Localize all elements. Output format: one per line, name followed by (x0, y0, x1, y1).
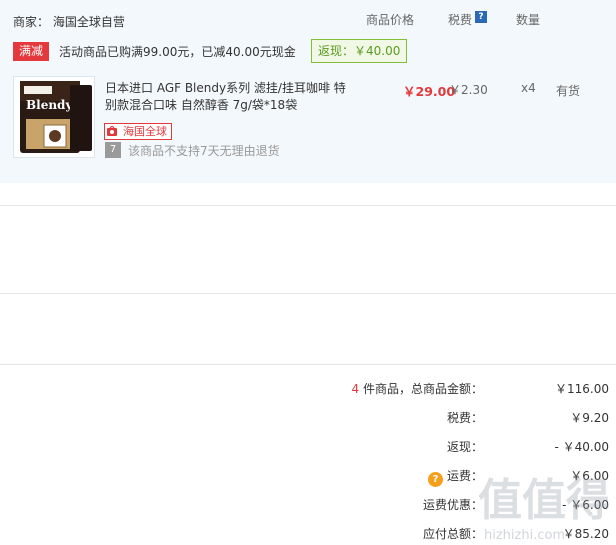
summary-payable-label: 应付总额： (422, 527, 483, 541)
product-thumbnail[interactable]: Blendy (13, 76, 95, 158)
summary-rebate-label: 返现： (446, 440, 483, 454)
summary-rebate-value: - ￥40.00 (554, 440, 610, 454)
summary-tax-value: ￥9.20 (570, 411, 609, 425)
summary-shipping-row: ? 运费： ￥6.00 (0, 467, 609, 487)
summary-shipping-value: ￥6.00 (570, 469, 609, 483)
item-count-suffix: 件商品，总商品金额： (359, 382, 483, 396)
divider (0, 205, 616, 206)
coffee-package-image: Blendy (14, 77, 94, 157)
column-header-price: 商品价格 (366, 13, 415, 27)
summary-tax-row: 税费： ￥9.20 (0, 409, 609, 429)
summary-payable-value: ￥85.20 (562, 527, 609, 541)
shipping-label-text: 运费： (446, 469, 483, 483)
summary-shipping-discount-row: 运费优惠： - ￥6.00 (0, 496, 609, 516)
summary-tax-label: 税费： (446, 411, 483, 425)
seller-label: 商家： 海国全球自营 (13, 15, 125, 29)
summary-payable-row: 应付总额： ￥85.20 (0, 525, 609, 545)
summary-goods-total-label: 4 件商品，总商品金额： (352, 380, 483, 397)
stock-status: 有货 (556, 84, 581, 98)
divider (0, 364, 616, 365)
product-title-link[interactable]: 日本进口 AGF Blendy系列 滤挂/挂耳咖啡 特别款混合口味 自然醇香 7… (105, 80, 355, 114)
summary-shipping-label: ? 运费： (427, 467, 483, 487)
summary-shipping-discount-value: - ￥6.00 (562, 498, 609, 512)
summary-goods-total-row: 4 件商品，总商品金额： ￥116.00 (0, 380, 609, 400)
return-policy-note: 该商品不支持7天无理由退货 (128, 144, 280, 158)
shipping-help-icon[interactable]: ? (427, 472, 443, 487)
summary-rebate-row: 返现： - ￥40.00 (0, 438, 609, 458)
item-price: ￥29.00 (403, 84, 456, 99)
package-brand-text: Blendy (26, 98, 73, 112)
column-header-quantity: 数量 (516, 13, 541, 27)
no-return-icon: 7 (105, 142, 121, 158)
promo-text: 活动商品已购满99.00元，已减40.00元现金 (59, 45, 296, 59)
item-tax: ￥2.30 (449, 83, 488, 97)
item-quantity: x4 (521, 81, 536, 95)
summary-shipping-discount-label: 运费优惠： (422, 498, 483, 512)
goods-total-value: ￥116.00 (555, 382, 609, 396)
rebate-tag: 返现：￥40.00 (311, 39, 408, 63)
tax-help-icon[interactable]: ? (475, 11, 487, 23)
globe-bag-icon (107, 125, 117, 136)
divider (0, 293, 616, 294)
column-header-tax: 税费 (448, 13, 473, 27)
promo-badge: 满减 (13, 42, 50, 61)
